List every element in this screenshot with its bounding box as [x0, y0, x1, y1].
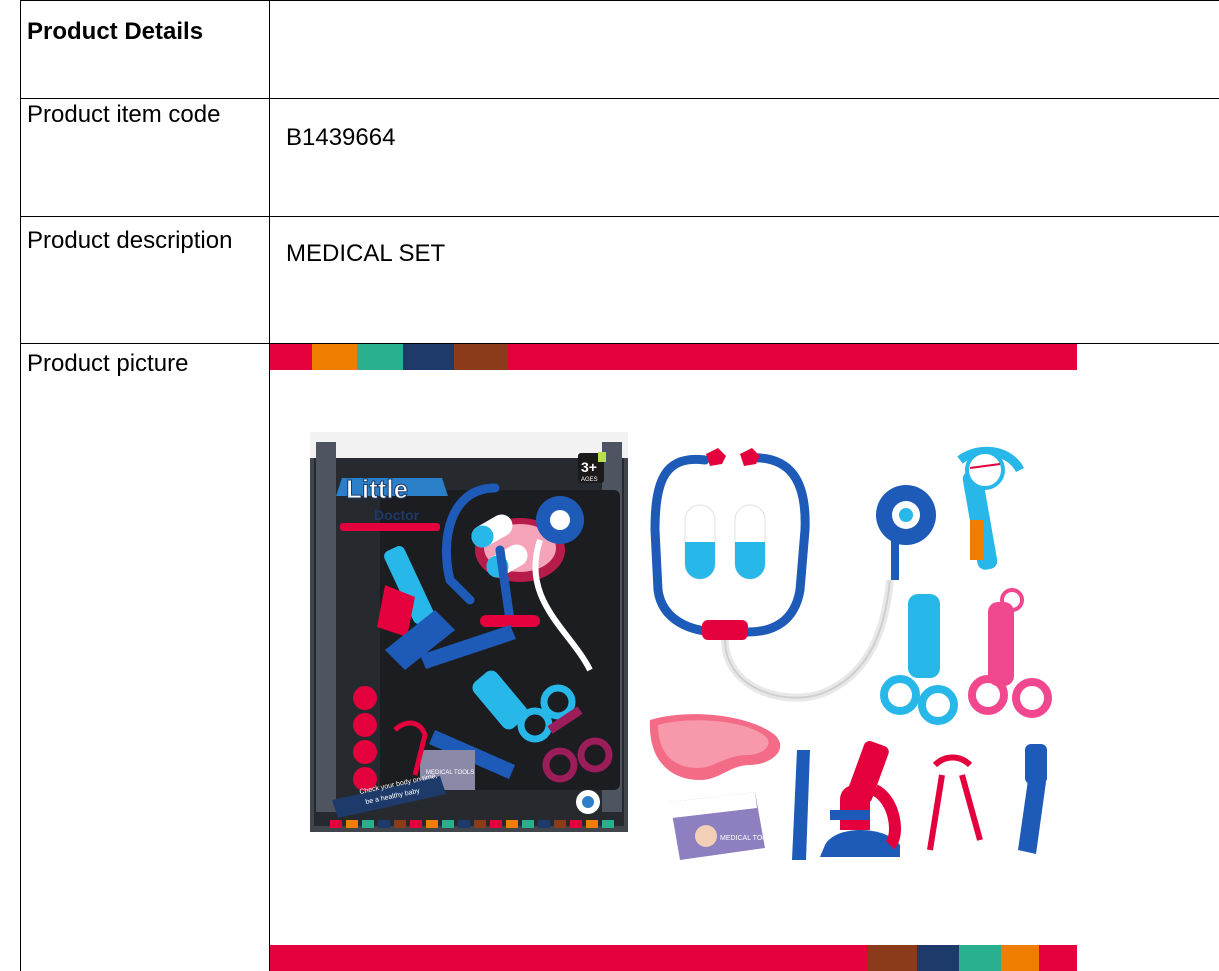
box-brand-text: Little: [346, 474, 408, 504]
reflex-hammer: [1018, 744, 1047, 854]
thermometer: [957, 446, 1025, 570]
bottom-color-stripe: [270, 945, 1077, 971]
item-code-value: B1439664: [286, 124, 396, 151]
tweezers: [792, 750, 810, 860]
box-subbrand-text: Doctor: [374, 507, 420, 523]
pills: [684, 504, 766, 580]
table-top-border: [20, 0, 1219, 1]
picture-label: Product picture: [27, 350, 189, 377]
top-color-stripe: [270, 344, 1077, 370]
age-badge-text: 3+: [581, 459, 597, 475]
row-divider: [20, 98, 1219, 99]
description-label: Product description: [27, 227, 233, 254]
age-unit-text: AGES: [581, 477, 598, 483]
item-code-label: Product item code: [27, 101, 221, 128]
toy-box: Little Doctor 3+ AGES MEDICAL TOOLS Chec…: [310, 432, 628, 832]
card-text: MEDICAL TOOLS: [720, 835, 777, 842]
microscope: [820, 741, 901, 857]
kidney-tray: [649, 714, 781, 780]
product-picture: Little Doctor 3+ AGES MEDICAL TOOLS Chec…: [270, 344, 1077, 971]
header-label: Product Details: [27, 18, 204, 45]
table-left-border: [20, 0, 21, 971]
row-divider: [20, 216, 1219, 217]
description-value: MEDICAL SET: [286, 240, 446, 267]
scissors-pink: [968, 588, 1052, 718]
medical-card: MEDICAL TOOLS: [670, 792, 777, 860]
pliers: [927, 754, 983, 851]
medical-set-photo: Little Doctor 3+ AGES MEDICAL TOOLS Chec…: [310, 432, 1052, 860]
scissors-cyan: [880, 594, 958, 725]
